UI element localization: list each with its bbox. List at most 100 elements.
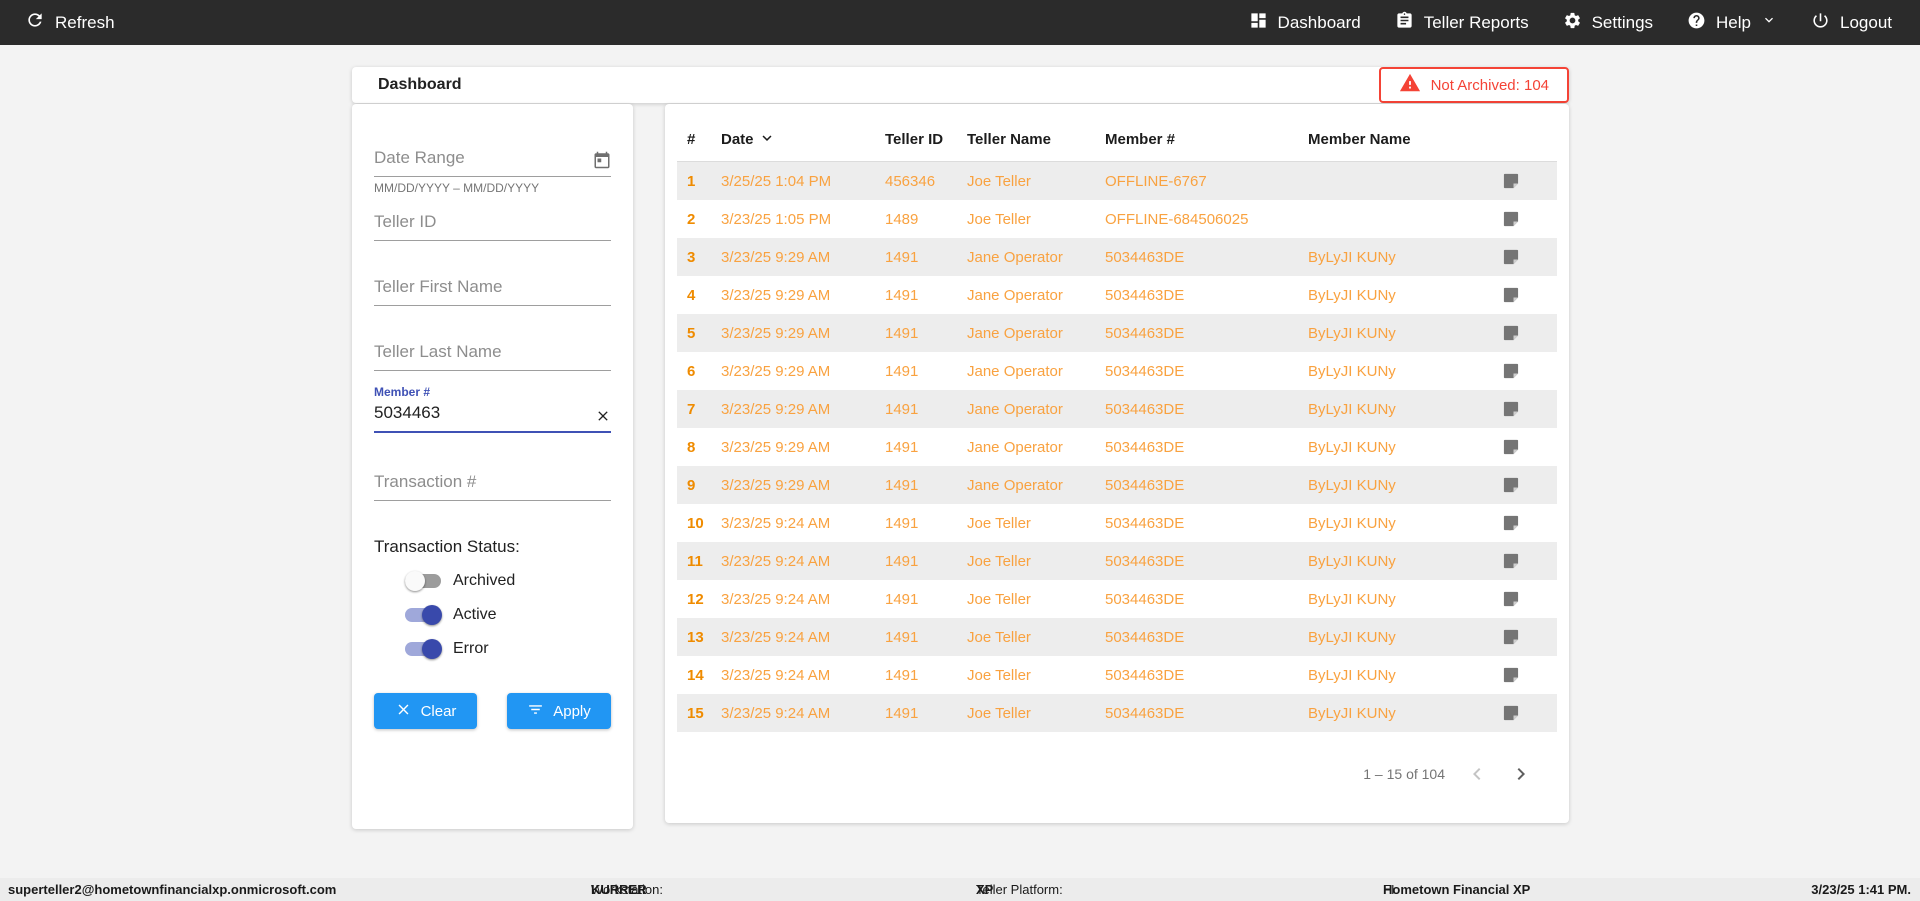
note-icon[interactable] xyxy=(1497,589,1557,609)
refresh-button[interactable]: Refresh xyxy=(25,10,115,35)
top-nav: Refresh Dashboard Teller Reports Setting… xyxy=(0,0,1920,45)
teller-first-name-input[interactable] xyxy=(374,275,611,306)
table-row[interactable]: 12 3/23/25 9:24 AM 1491 Joe Teller 50344… xyxy=(677,580,1557,618)
table-row[interactable]: 9 3/23/25 9:29 AM 1491 Jane Operator 503… xyxy=(677,466,1557,504)
row-number: 7 xyxy=(687,400,696,418)
note-icon[interactable] xyxy=(1497,665,1557,685)
sort-desc-icon xyxy=(758,129,776,151)
teller-last-name-input[interactable] xyxy=(374,340,611,371)
col-header-teller-name[interactable]: Teller Name xyxy=(967,131,1105,148)
cell-member-name: ByLyJI KUNy xyxy=(1308,400,1396,418)
col-header-member-number[interactable]: Member # xyxy=(1105,131,1308,148)
cell-member-number: 5034463DE xyxy=(1105,400,1185,418)
previous-page-button[interactable] xyxy=(1465,762,1489,786)
cell-member-name: ByLyJI KUNy xyxy=(1308,590,1396,608)
next-page-button[interactable] xyxy=(1509,762,1533,786)
apply-button-label: Apply xyxy=(553,702,591,720)
col-header-date[interactable]: Date xyxy=(721,129,885,151)
col-header-member-name[interactable]: Member Name xyxy=(1308,131,1497,148)
close-icon xyxy=(395,701,412,722)
col-header-teller-id[interactable]: Teller ID xyxy=(885,131,967,148)
note-icon[interactable] xyxy=(1497,399,1557,419)
date-range-input[interactable] xyxy=(374,146,611,177)
table-row[interactable]: 2 3/23/25 1:05 PM 1489 Joe Teller OFFLIN… xyxy=(677,200,1557,238)
toggle-error[interactable]: Error xyxy=(405,639,611,659)
note-icon[interactable] xyxy=(1497,209,1557,229)
table-row[interactable]: 8 3/23/25 9:29 AM 1491 Jane Operator 503… xyxy=(677,428,1557,466)
clear-button[interactable]: Clear xyxy=(374,693,477,729)
pagination: 1 – 15 of 104 xyxy=(677,762,1557,786)
note-icon[interactable] xyxy=(1497,703,1557,723)
col-header-num[interactable]: # xyxy=(677,131,721,148)
note-icon[interactable] xyxy=(1497,285,1557,305)
page-title: Dashboard xyxy=(378,76,462,93)
cell-teller-name: Joe Teller xyxy=(967,172,1031,190)
row-number: 10 xyxy=(687,514,704,532)
nav-dashboard-label: Dashboard xyxy=(1277,12,1361,32)
cell-teller-id: 1491 xyxy=(885,476,919,494)
table-row[interactable]: 11 3/23/25 9:24 AM 1491 Joe Teller 50344… xyxy=(677,542,1557,580)
cell-teller-name: Jane Operator xyxy=(967,324,1063,342)
filter-panel: MM/DD/YYYY – MM/DD/YYYY Member # Transac… xyxy=(352,104,633,829)
apply-button[interactable]: Apply xyxy=(507,693,611,729)
table-row[interactable]: 13 3/23/25 9:24 AM 1491 Joe Teller 50344… xyxy=(677,618,1557,656)
toggle-active-switch[interactable] xyxy=(405,605,442,625)
cell-teller-name: Joe Teller xyxy=(967,666,1031,684)
not-archived-badge[interactable]: Not Archived: 104 xyxy=(1378,67,1569,103)
note-icon[interactable] xyxy=(1497,247,1557,267)
cell-member-name: ByLyJI KUNy xyxy=(1308,362,1396,380)
nav-item-logout[interactable]: Logout xyxy=(1811,11,1892,35)
cell-member-name: ByLyJI KUNy xyxy=(1308,438,1396,456)
note-icon[interactable] xyxy=(1497,361,1557,381)
table-row[interactable]: 15 3/23/25 9:24 AM 1491 Joe Teller 50344… xyxy=(677,694,1557,732)
cell-date: 3/23/25 9:24 AM xyxy=(721,514,831,532)
cell-member-name: ByLyJI KUNy xyxy=(1308,552,1396,570)
toggle-archived[interactable]: Archived xyxy=(405,571,611,591)
note-icon[interactable] xyxy=(1497,437,1557,457)
member-clear-icon[interactable] xyxy=(595,408,611,424)
cell-teller-id: 1491 xyxy=(885,438,919,456)
transaction-number-input[interactable] xyxy=(374,470,611,501)
table-row[interactable]: 10 3/23/25 9:24 AM 1491 Joe Teller 50344… xyxy=(677,504,1557,542)
cell-member-number: 5034463DE xyxy=(1105,286,1185,304)
toggle-active[interactable]: Active xyxy=(405,605,611,625)
nav-item-dashboard[interactable]: Dashboard xyxy=(1249,11,1361,35)
toggle-error-label: Error xyxy=(453,640,489,657)
note-icon[interactable] xyxy=(1497,513,1557,533)
note-icon[interactable] xyxy=(1497,475,1557,495)
table-row[interactable]: 7 3/23/25 9:29 AM 1491 Jane Operator 503… xyxy=(677,390,1557,428)
nav-item-help[interactable]: Help xyxy=(1687,11,1777,35)
note-icon[interactable] xyxy=(1497,551,1557,571)
cell-teller-name: Joe Teller xyxy=(967,590,1031,608)
transactions-table-card: # Date Teller ID Teller Name Member # Me… xyxy=(665,104,1569,823)
cell-member-name: ByLyJI KUNy xyxy=(1308,666,1396,684)
calendar-icon[interactable] xyxy=(593,151,611,169)
table-row[interactable]: 4 3/23/25 9:29 AM 1491 Jane Operator 503… xyxy=(677,276,1557,314)
logged-in-user: superteller2@hometownfinancialxp.onmicro… xyxy=(8,882,337,897)
nav-item-settings[interactable]: Settings xyxy=(1563,11,1653,35)
table-row[interactable]: 6 3/23/25 9:29 AM 1491 Jane Operator 503… xyxy=(677,352,1557,390)
cell-member-name: ByLyJI KUNy xyxy=(1308,476,1396,494)
table-row[interactable]: 3 3/23/25 9:29 AM 1491 Jane Operator 503… xyxy=(677,238,1557,276)
cell-member-number: 5034463DE xyxy=(1105,666,1185,684)
cell-teller-name: Jane Operator xyxy=(967,362,1063,380)
cell-date: 3/25/25 1:04 PM xyxy=(721,172,832,190)
nav-item-teller-reports[interactable]: Teller Reports xyxy=(1395,11,1529,35)
note-icon[interactable] xyxy=(1497,323,1557,343)
table-row[interactable]: 5 3/23/25 9:29 AM 1491 Jane Operator 503… xyxy=(677,314,1557,352)
cell-date: 3/23/25 9:24 AM xyxy=(721,628,831,646)
cell-teller-name: Jane Operator xyxy=(967,438,1063,456)
member-number-input[interactable] xyxy=(374,401,611,433)
toggle-archived-switch[interactable] xyxy=(405,571,442,591)
clear-button-label: Clear xyxy=(420,702,457,720)
note-icon[interactable] xyxy=(1497,627,1557,647)
note-icon[interactable] xyxy=(1497,171,1557,191)
cell-member-name: ByLyJI KUNy xyxy=(1308,514,1396,532)
transaction-status-label: Transaction Status: xyxy=(374,537,520,556)
toggle-error-switch[interactable] xyxy=(405,639,442,659)
table-row[interactable]: 14 3/23/25 9:24 AM 1491 Joe Teller 50344… xyxy=(677,656,1557,694)
teller-id-input[interactable] xyxy=(374,210,611,241)
cell-teller-id: 1491 xyxy=(885,362,919,380)
table-row[interactable]: 1 3/25/25 1:04 PM 456346 Joe Teller OFFL… xyxy=(677,162,1557,200)
cell-member-name: ByLyJI KUNy xyxy=(1308,628,1396,646)
